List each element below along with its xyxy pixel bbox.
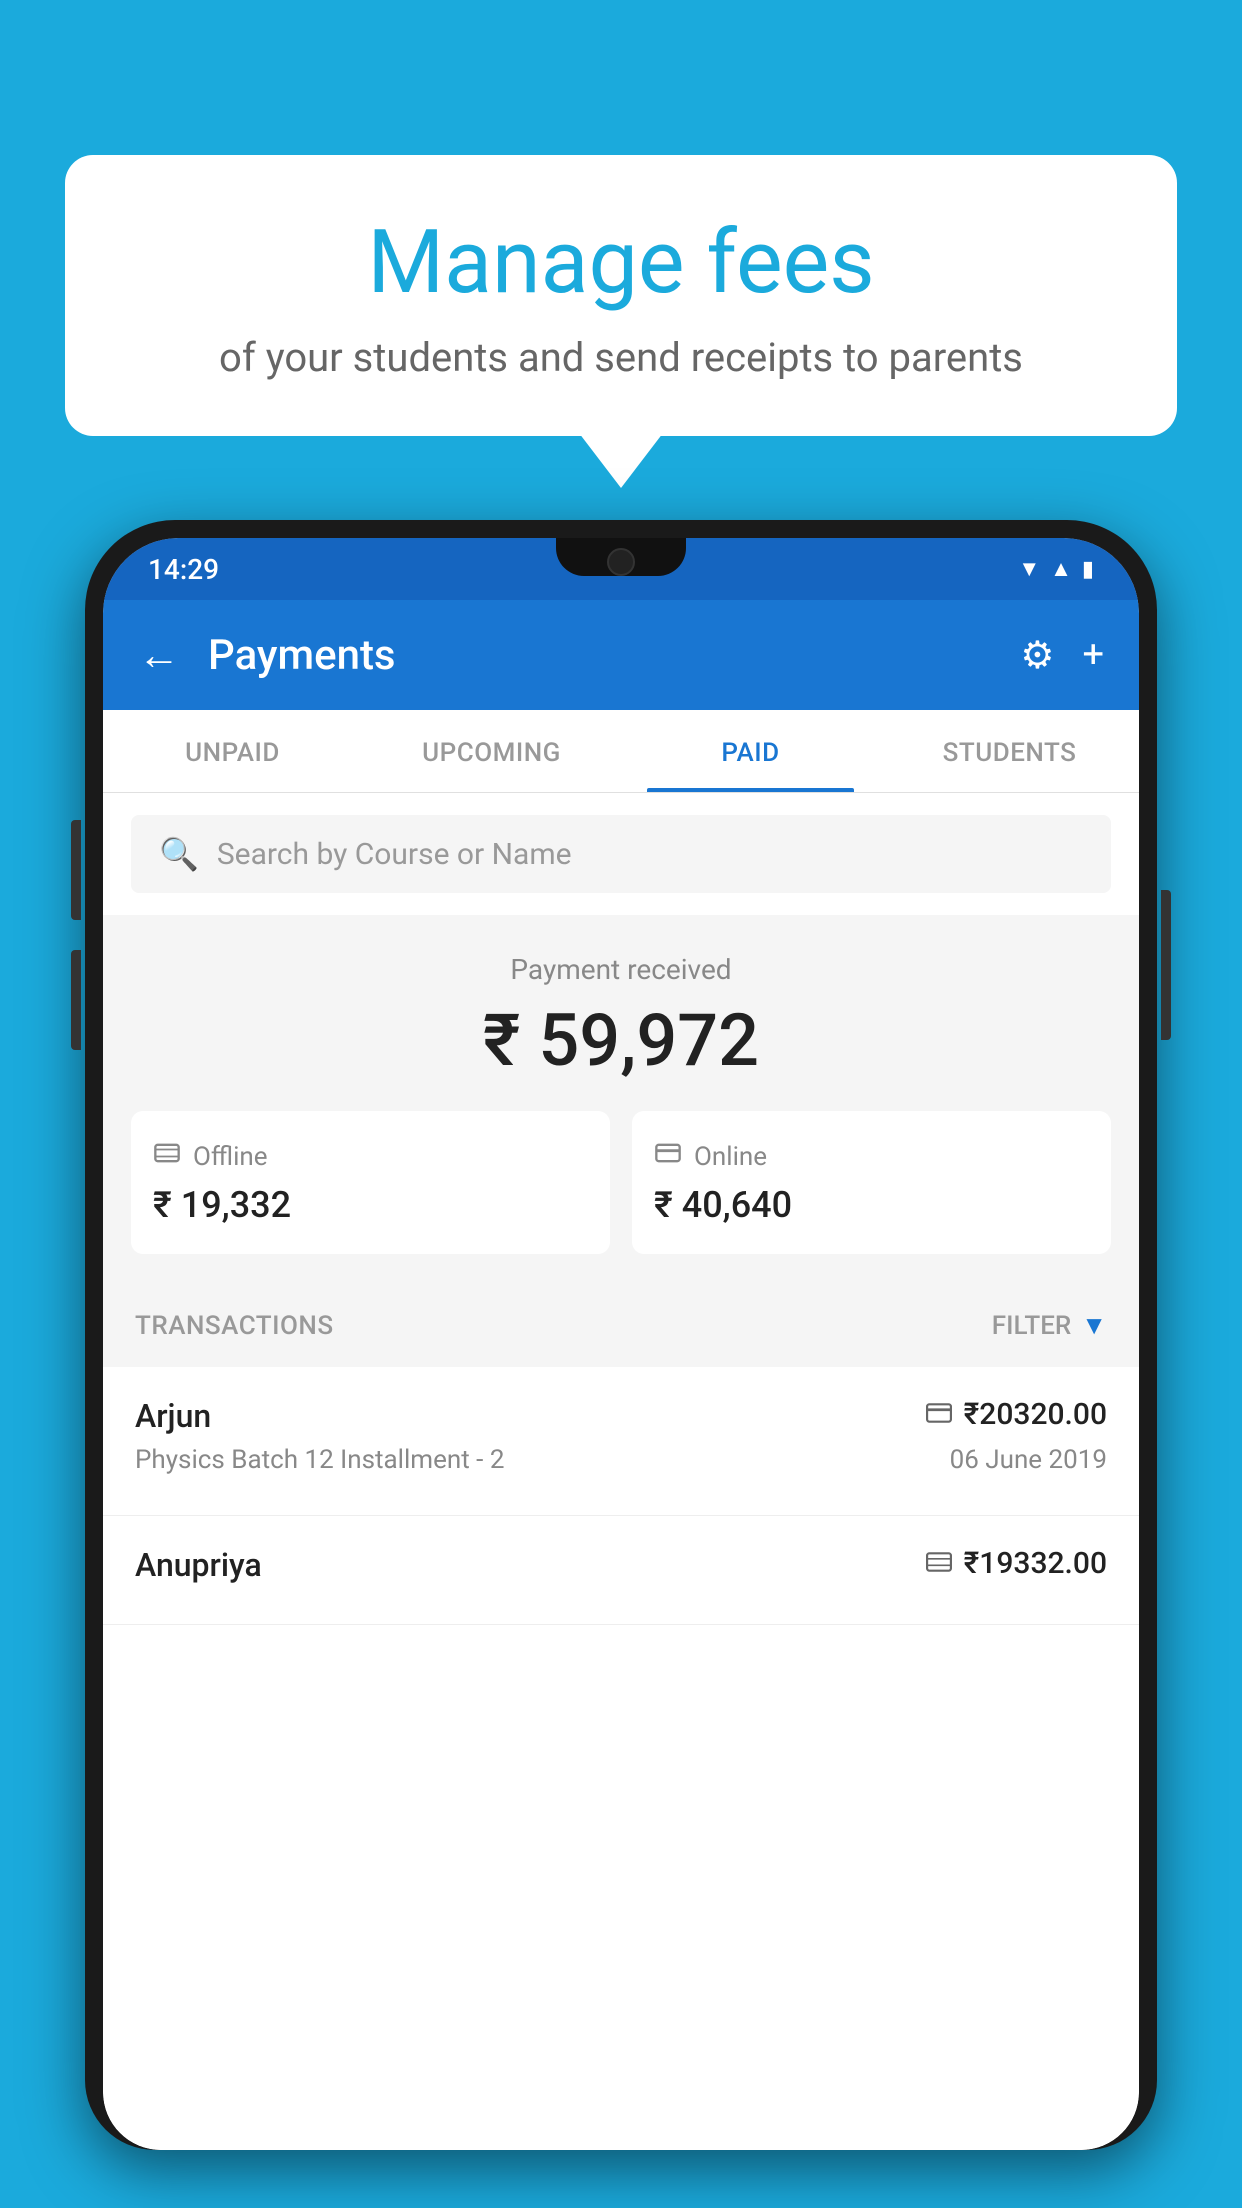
side-button-vol-down [71, 950, 81, 1050]
filter-label: FILTER [992, 1311, 1071, 1341]
filter-button[interactable]: FILTER ▼ [992, 1310, 1107, 1341]
transaction-item[interactable]: Arjun ₹20320.00 [103, 1367, 1139, 1516]
transaction-list: Arjun ₹20320.00 [103, 1367, 1139, 2150]
phone-inner: 14:29 ▼ ▲ ▮ ← Payments ⚙ + [103, 538, 1139, 2150]
transaction-amount: ₹20320.00 [964, 1397, 1107, 1432]
app-bar-title: Payments [208, 631, 1020, 680]
transaction-row-top: Arjun ₹20320.00 [135, 1397, 1107, 1435]
offline-icon [153, 1139, 181, 1174]
online-amount: ₹ 40,640 [654, 1184, 1089, 1226]
transaction-date: 06 June 2019 [950, 1445, 1107, 1475]
online-icon [654, 1139, 682, 1174]
search-container: 🔍 Search by Course or Name [103, 793, 1139, 915]
transaction-name: Anupriya [135, 1546, 262, 1584]
transaction-amount-wrap: ₹20320.00 [926, 1397, 1107, 1432]
offline-label: Offline [193, 1142, 268, 1172]
offline-card: Offline ₹ 19,332 [131, 1111, 610, 1254]
search-icon: 🔍 [159, 835, 199, 873]
online-card-header: Online [654, 1139, 1089, 1174]
bubble-title: Manage fees [115, 215, 1127, 312]
transaction-item[interactable]: Anupriya ₹19332 [103, 1516, 1139, 1625]
status-time: 14:29 [148, 553, 219, 586]
online-card: Online ₹ 40,640 [632, 1111, 1111, 1254]
offline-amount: ₹ 19,332 [153, 1184, 588, 1226]
transaction-row-bottom: Physics Batch 12 Installment - 2 06 June… [135, 1445, 1107, 1475]
transaction-type-icon [926, 1549, 952, 1579]
signal-icon: ▲ [1050, 556, 1072, 582]
tab-unpaid[interactable]: UNPAID [103, 710, 362, 792]
side-button-power [1161, 890, 1171, 1040]
offline-card-header: Offline [153, 1139, 588, 1174]
tabs-bar: UNPAID UPCOMING PAID STUDENTS [103, 710, 1139, 793]
tab-upcoming[interactable]: UPCOMING [362, 710, 621, 792]
online-label: Online [694, 1142, 767, 1172]
speech-bubble: Manage fees of your students and send re… [65, 155, 1177, 436]
phone-camera [607, 548, 635, 576]
filter-icon: ▼ [1081, 1310, 1107, 1341]
screen: 14:29 ▼ ▲ ▮ ← Payments ⚙ + [103, 538, 1139, 2150]
app-bar: ← Payments ⚙ + [103, 600, 1139, 710]
side-button-vol-up [71, 820, 81, 920]
status-icons: ▼ ▲ ▮ [1018, 556, 1094, 582]
bubble-subtitle: of your students and send receipts to pa… [115, 334, 1127, 381]
search-bar[interactable]: 🔍 Search by Course or Name [131, 815, 1111, 893]
battery-icon: ▮ [1082, 557, 1094, 582]
back-button[interactable]: ← [138, 631, 180, 680]
add-icon[interactable]: + [1082, 633, 1104, 677]
transactions-label: TRANSACTIONS [135, 1311, 334, 1341]
transaction-amount-wrap: ₹19332.00 [926, 1546, 1107, 1581]
transaction-name: Arjun [135, 1397, 211, 1435]
transaction-amount: ₹19332.00 [964, 1546, 1107, 1581]
phone: 14:29 ▼ ▲ ▮ ← Payments ⚙ + [85, 520, 1157, 2150]
transaction-detail: Physics Batch 12 Installment - 2 [135, 1445, 504, 1475]
transactions-header: TRANSACTIONS FILTER ▼ [103, 1284, 1139, 1367]
app-bar-actions: ⚙ + [1020, 633, 1104, 678]
speech-bubble-container: Manage fees of your students and send re… [65, 155, 1177, 436]
wifi-icon: ▼ [1018, 556, 1040, 582]
transaction-type-icon [926, 1400, 952, 1430]
payment-summary: Payment received ₹ 59,972 [103, 915, 1139, 1284]
payment-total-amount: ₹ 59,972 [131, 998, 1111, 1083]
transaction-row-top: Anupriya ₹19332 [135, 1546, 1107, 1584]
search-placeholder: Search by Course or Name [217, 837, 572, 872]
payment-received-label: Payment received [131, 953, 1111, 986]
settings-icon[interactable]: ⚙ [1020, 633, 1054, 678]
tab-paid[interactable]: PAID [621, 710, 880, 792]
payment-cards: Offline ₹ 19,332 [131, 1111, 1111, 1254]
phone-container: 14:29 ▼ ▲ ▮ ← Payments ⚙ + [85, 520, 1157, 2208]
phone-notch [556, 538, 686, 576]
tab-students[interactable]: STUDENTS [880, 710, 1139, 792]
